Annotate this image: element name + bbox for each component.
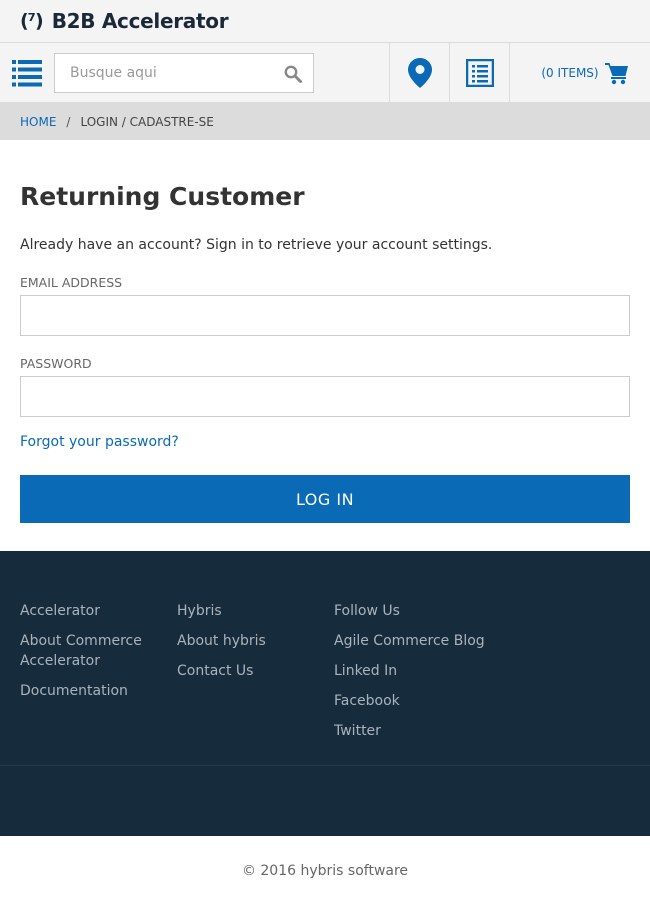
- map-pin-icon: [407, 57, 432, 88]
- site-footer: Accelerator About Commerce Accelerator D…: [0, 551, 650, 836]
- forgot-password-link[interactable]: Forgot your password?: [20, 434, 179, 450]
- hamburger-icon: [12, 59, 42, 86]
- cart-icon: [604, 62, 628, 84]
- footer-link-twitter[interactable]: Twitter: [334, 721, 534, 741]
- search-button[interactable]: [282, 63, 304, 85]
- footer-link-documentation[interactable]: Documentation: [20, 681, 177, 701]
- menu-button[interactable]: [0, 43, 54, 102]
- login-intro: Already have an account? Sign in to retr…: [20, 237, 493, 253]
- search-icon: [284, 65, 302, 83]
- email-field[interactable]: [20, 295, 630, 336]
- password-label: PASSWORD: [20, 356, 92, 371]
- logo-mark: (⁷): [20, 10, 44, 32]
- logo-text: B2B Accelerator: [51, 9, 229, 33]
- footer-link-agile-commerce-blog[interactable]: Agile Commerce Blog: [334, 631, 534, 651]
- brand-bar: (⁷) B2B Accelerator: [0, 0, 650, 43]
- footer-links: Accelerator About Commerce Accelerator D…: [0, 551, 650, 766]
- site-logo[interactable]: (⁷) B2B Accelerator: [20, 9, 229, 33]
- footer-link-facebook[interactable]: Facebook: [334, 691, 534, 711]
- footer-column-hybris: Hybris About hybris Contact Us: [177, 601, 334, 765]
- footer-column-follow-us: Follow Us Agile Commerce Blog Linked In …: [334, 601, 534, 765]
- breadcrumb: HOME / LOGIN / CADASTRE-SE: [0, 103, 650, 140]
- main-navbar: (0 ITEMS): [0, 43, 650, 103]
- footer-heading: Hybris: [177, 603, 222, 619]
- quick-order-button[interactable]: [449, 43, 509, 102]
- email-label: EMAIL ADDRESS: [20, 275, 123, 290]
- login-button[interactable]: LOG IN: [20, 475, 630, 523]
- breadcrumb-current: LOGIN / CADASTRE-SE: [80, 114, 214, 129]
- footer-column-accelerator: Accelerator About Commerce Accelerator D…: [20, 601, 177, 765]
- footer-link-linked-in[interactable]: Linked In: [334, 661, 534, 681]
- footer-link-contact-us[interactable]: Contact Us: [177, 661, 334, 681]
- store-finder-button[interactable]: [389, 43, 449, 102]
- page-title: Returning Customer: [20, 182, 305, 211]
- list-icon: [465, 58, 494, 87]
- mini-cart-button[interactable]: (0 ITEMS): [509, 43, 650, 102]
- footer-heading: Accelerator: [20, 603, 100, 619]
- footer-link-about-commerce-accelerator[interactable]: About Commerce Accelerator: [20, 631, 177, 671]
- copyright: © 2016 hybris software: [241, 863, 409, 879]
- footer-link-about-hybris[interactable]: About hybris: [177, 631, 334, 651]
- cart-count: (0 ITEMS): [541, 65, 599, 80]
- breadcrumb-separator: /: [66, 114, 71, 129]
- site-header: (⁷) B2B Accelerator Busque aqui (0 ITEMS…: [0, 0, 650, 140]
- footer-heading: Follow Us: [334, 603, 400, 619]
- login-section: Returning Customer Already have an accou…: [0, 140, 650, 551]
- search-box: [54, 53, 314, 93]
- breadcrumb-home-link[interactable]: HOME: [20, 115, 56, 129]
- search-input[interactable]: [55, 54, 313, 92]
- password-field[interactable]: [20, 376, 630, 417]
